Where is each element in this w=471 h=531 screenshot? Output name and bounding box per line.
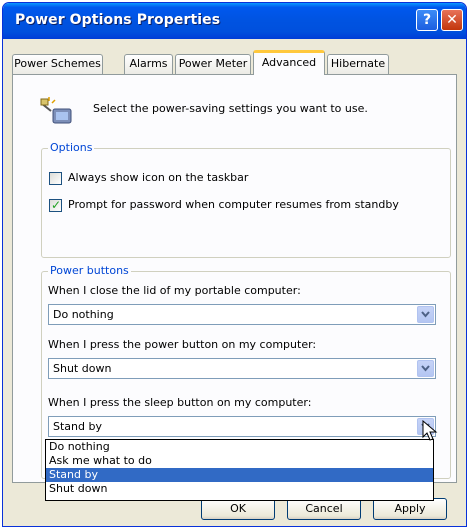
- checkmark-icon: ✓: [51, 198, 62, 212]
- sleep-button-action-select[interactable]: Stand by: [48, 416, 436, 437]
- always-show-icon-label[interactable]: Always show icon on the taskbar: [68, 171, 248, 184]
- lid-action-value: Do nothing: [53, 308, 114, 321]
- power-button-action-value: Shut down: [53, 362, 112, 375]
- help-button[interactable]: ?: [416, 9, 438, 31]
- power-plug-icon: [40, 97, 72, 124]
- tab-strip: Power Schemes Alarms Power Meter Advance…: [3, 48, 466, 75]
- close-button[interactable]: ✕: [441, 9, 463, 31]
- advanced-panel: Select the power-saving settings you wan…: [12, 74, 457, 483]
- sleep-action-dropdown-list[interactable]: Do nothing Ask me what to do Stand by Sh…: [45, 439, 434, 501]
- mouse-cursor-icon: [422, 420, 438, 441]
- header-description: Select the power-saving settings you wan…: [93, 102, 368, 115]
- sleep-button-action-value: Stand by: [53, 420, 102, 433]
- dropdown-option[interactable]: Ask me what to do: [46, 454, 433, 468]
- options-group: Options Always show icon on the taskbar …: [41, 141, 451, 258]
- power-options-window: Power Options Properties ? ✕ Power Schem…: [2, 2, 467, 527]
- power-button-action-label: When I press the power button on my comp…: [48, 338, 317, 351]
- dropdown-option[interactable]: Shut down: [46, 482, 433, 496]
- cancel-button[interactable]: Cancel: [287, 498, 361, 520]
- tab-power-meter[interactable]: Power Meter: [175, 54, 251, 74]
- close-icon: ✕: [446, 12, 458, 28]
- help-icon: ?: [422, 12, 432, 28]
- tab-advanced[interactable]: Advanced: [253, 50, 325, 75]
- chevron-down-icon[interactable]: [417, 360, 434, 377]
- always-show-icon-checkbox[interactable]: [49, 172, 62, 185]
- title-bar[interactable]: Power Options Properties ? ✕: [3, 3, 466, 39]
- lid-action-select[interactable]: Do nothing: [48, 304, 436, 325]
- tab-hibernate[interactable]: Hibernate: [327, 54, 389, 74]
- prompt-password-checkbox[interactable]: ✓: [49, 198, 62, 212]
- chevron-down-icon[interactable]: [417, 306, 434, 323]
- window-title: Power Options Properties: [15, 12, 221, 28]
- apply-button[interactable]: Apply: [373, 498, 447, 520]
- sleep-button-action-label: When I press the sleep button on my comp…: [48, 396, 312, 409]
- lid-action-label: When I close the lid of my portable comp…: [48, 284, 301, 297]
- options-group-label: Options: [48, 141, 95, 154]
- prompt-password-label[interactable]: Prompt for password when computer resume…: [68, 198, 399, 211]
- tab-alarms[interactable]: Alarms: [124, 54, 173, 74]
- tab-power-schemes[interactable]: Power Schemes: [12, 54, 103, 74]
- dropdown-option-selected[interactable]: Stand by: [46, 468, 433, 482]
- power-button-action-select[interactable]: Shut down: [48, 358, 436, 379]
- ok-button[interactable]: OK: [201, 498, 275, 520]
- power-buttons-group-label: Power buttons: [48, 264, 131, 277]
- dropdown-option[interactable]: Do nothing: [46, 440, 433, 454]
